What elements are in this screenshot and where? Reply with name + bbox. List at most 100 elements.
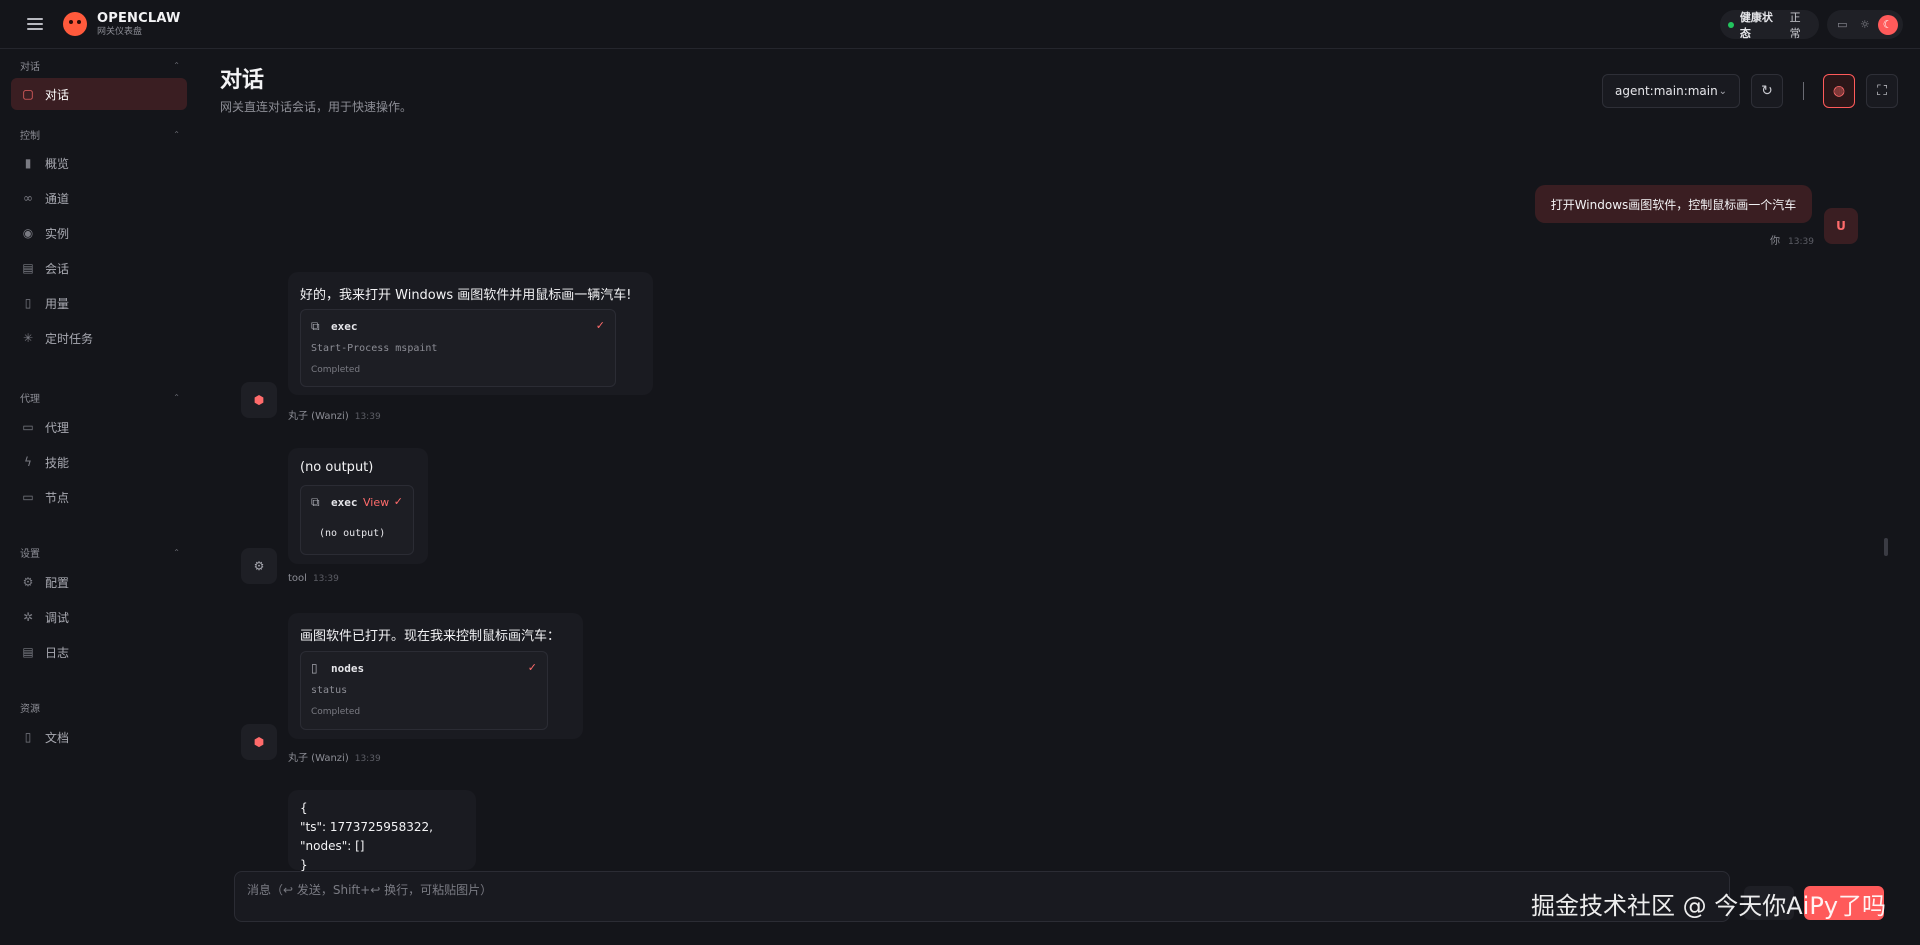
- page-title: 对话: [220, 68, 265, 93]
- sidebar-section-settings[interactable]: 设置 ⌃: [20, 545, 180, 560]
- sidebar-item-chat[interactable]: ▢ 对话: [11, 78, 187, 110]
- focus-mode-button[interactable]: ⛶: [1866, 74, 1898, 108]
- tool-name: exec: [331, 320, 358, 333]
- bug-icon: ✲: [22, 610, 34, 624]
- sidebar-item-logs[interactable]: ▤ 日志: [11, 636, 187, 668]
- json-message-bubble: { "ts": 1773725958322, "nodes": [] }: [288, 790, 476, 872]
- tool-message-bubble: (no output) ⧉ exec View ✓ (no output): [288, 448, 428, 564]
- check-icon: ✓: [527, 661, 537, 674]
- theme-switcher: ▭ ☼ ☾: [1827, 10, 1903, 39]
- tool-status: Completed: [311, 707, 361, 717]
- chevron-up-icon: ⌃: [173, 393, 180, 402]
- message-meta: 丸子 (Wanzi) 13:39: [288, 411, 381, 422]
- bolt-icon: ϟ: [24, 455, 32, 469]
- user-message-text: 打开Windows画图软件，控制鼠标画一个汽车: [1550, 197, 1797, 212]
- message-meta: 丸子 (Wanzi) 13:39: [288, 753, 381, 764]
- chevron-down-icon: ⌄: [1718, 85, 1727, 97]
- health-value: 正常: [1789, 10, 1801, 40]
- book-icon: ▯: [24, 730, 32, 744]
- assistant-message-text: 画图软件已打开。现在我来控制鼠标画汽车：: [300, 629, 561, 644]
- folder-icon: ▭: [22, 420, 34, 434]
- user-message-bubble: 打开Windows画图软件，控制鼠标画一个汽车: [1535, 185, 1812, 223]
- health-label: 健康状态: [1739, 10, 1773, 40]
- chevron-up-icon: ⌃: [173, 130, 180, 139]
- assistant-message-bubble: 画图软件已打开。现在我来控制鼠标画汽车： ▯ nodes ✓ status Co…: [288, 613, 583, 739]
- monitor-icon: ▭: [22, 490, 34, 504]
- sidebar-item-agents[interactable]: ▭ 代理: [11, 411, 187, 443]
- user-avatar: U: [1824, 208, 1858, 244]
- moon-theme-icon[interactable]: ☾: [1877, 14, 1898, 35]
- chat-icon: ▢: [22, 87, 34, 101]
- tool-call-card[interactable]: ⧉ exec View ✓ (no output): [300, 485, 414, 555]
- agent-select-value: agent:main:main: [1615, 84, 1718, 98]
- sun-theme-icon[interactable]: ☼: [1855, 15, 1875, 35]
- sidebar-item-usage[interactable]: ▯ 用量: [11, 287, 187, 319]
- check-icon: ✓: [393, 495, 403, 508]
- top-bar: OPENCLAW 网关仪表盘: [0, 0, 1920, 49]
- loader-icon: ✳: [22, 331, 34, 345]
- message-meta: tool 13:39: [288, 573, 339, 584]
- json-line: {: [300, 801, 308, 815]
- brain-icon: ◍: [1832, 83, 1846, 99]
- file-text-icon: ▤: [22, 645, 34, 659]
- assistant-avatar-icon: ⬢: [241, 382, 277, 418]
- usage-chart-icon: ▯: [24, 296, 32, 310]
- sidebar-item-overview[interactable]: ▮ 概览: [11, 147, 187, 179]
- focus-icon: ⛶: [1877, 83, 1887, 99]
- thinking-toggle-button[interactable]: ◍: [1823, 74, 1855, 108]
- json-line: "ts": 1773725958322,: [300, 820, 433, 834]
- sidebar-section-resources: 资源: [20, 704, 40, 715]
- sidebar-item-docs[interactable]: ▯ 文档: [11, 721, 187, 753]
- assistant-message-bubble: 好的，我来打开 Windows 画图软件并用鼠标画一辆汽车! ⧉ exec ✓ …: [288, 272, 653, 395]
- tool-call-card[interactable]: ⧉ exec ✓ Start-Process mspaint Completed: [300, 309, 616, 387]
- sidebar-item-cron[interactable]: ✳ 定时任务: [11, 322, 187, 354]
- link-icon: ∞: [23, 191, 33, 205]
- json-line: }: [300, 858, 308, 872]
- view-link[interactable]: View: [363, 496, 389, 509]
- page-subtitle: 网关直连对话会话，用于快速操作。: [220, 100, 413, 114]
- sidebar-section-chat[interactable]: 对话 ⌃: [20, 58, 180, 73]
- status-dot-icon: [1728, 21, 1734, 28]
- sidebar-item-skills[interactable]: ϟ 技能: [11, 446, 187, 478]
- sidebar-item-config[interactable]: ⚙ 配置: [11, 566, 187, 598]
- refresh-icon: ↻: [1761, 83, 1773, 99]
- refresh-button[interactable]: ↻: [1751, 74, 1783, 108]
- sidebar-section-control[interactable]: 控制 ⌃: [20, 127, 180, 142]
- phone-icon: ▯: [311, 661, 318, 675]
- divider: [1803, 82, 1804, 100]
- tool-call-card[interactable]: ▯ nodes ✓ status Completed: [300, 651, 548, 730]
- tool-output: (no output): [319, 528, 386, 539]
- tool-name: exec: [331, 496, 358, 509]
- sidebar-section-agent[interactable]: 代理 ⌃: [20, 390, 180, 405]
- watermark: 掘金技术社区 @ 今天你AiPy了吗: [1531, 892, 1887, 920]
- document-icon: ▤: [22, 261, 34, 275]
- user-message-meta: 你 13:39: [1770, 236, 1814, 247]
- sidebar-item-channels[interactable]: ∞ 通道: [11, 182, 187, 214]
- sidebar-item-debug[interactable]: ✲ 调试: [11, 601, 187, 633]
- chevron-up-icon: ⌃: [173, 548, 180, 557]
- tool-avatar-gear-icon: ⚙: [241, 548, 277, 584]
- sidebar-item-instances[interactable]: ◉ 实例: [11, 217, 187, 249]
- message-input-placeholder: 消息（↩ 发送，Shift+↩ 换行，可粘贴图片）: [247, 883, 493, 897]
- tool-message-text: (no output): [300, 460, 374, 475]
- logo-icon: [63, 12, 87, 36]
- json-line: "nodes": []: [300, 839, 365, 853]
- message-input[interactable]: 消息（↩ 发送，Shift+↩ 换行，可粘贴图片）: [234, 871, 1730, 922]
- check-icon: ✓: [595, 319, 605, 332]
- agent-select[interactable]: agent:main:main ⌄: [1602, 74, 1740, 108]
- sidebar-item-nodes[interactable]: ▭ 节点: [11, 481, 187, 513]
- health-status-badge: 健康状态 正常: [1720, 10, 1819, 40]
- tool-command: Start-Process mspaint: [311, 343, 438, 354]
- assistant-message-text: 好的，我来打开 Windows 画图软件并用鼠标画一辆汽车!: [300, 288, 632, 303]
- tool-status: Completed: [311, 365, 361, 375]
- menu-icon[interactable]: [27, 18, 43, 30]
- scrollbar-thumb[interactable]: [1884, 538, 1888, 556]
- broadcast-icon: ◉: [22, 226, 34, 240]
- sidebar: 对话 ⌃ ▢ 对话 控制 ⌃ ▮ 概览 ∞ 通道 ◉ 实例 ▤ 会话 ▯ 用量 ✳ 定时任务 代理…: [0, 50, 198, 945]
- assistant-avatar-icon: ⬢: [241, 724, 277, 760]
- brand-title: OPENCLAW: [97, 10, 181, 26]
- monitor-theme-icon[interactable]: ▭: [1832, 15, 1852, 35]
- bar-chart-icon: ▮: [24, 156, 32, 170]
- tool-icon: ⧉: [311, 495, 320, 509]
- sidebar-item-sessions[interactable]: ▤ 会话: [11, 252, 187, 284]
